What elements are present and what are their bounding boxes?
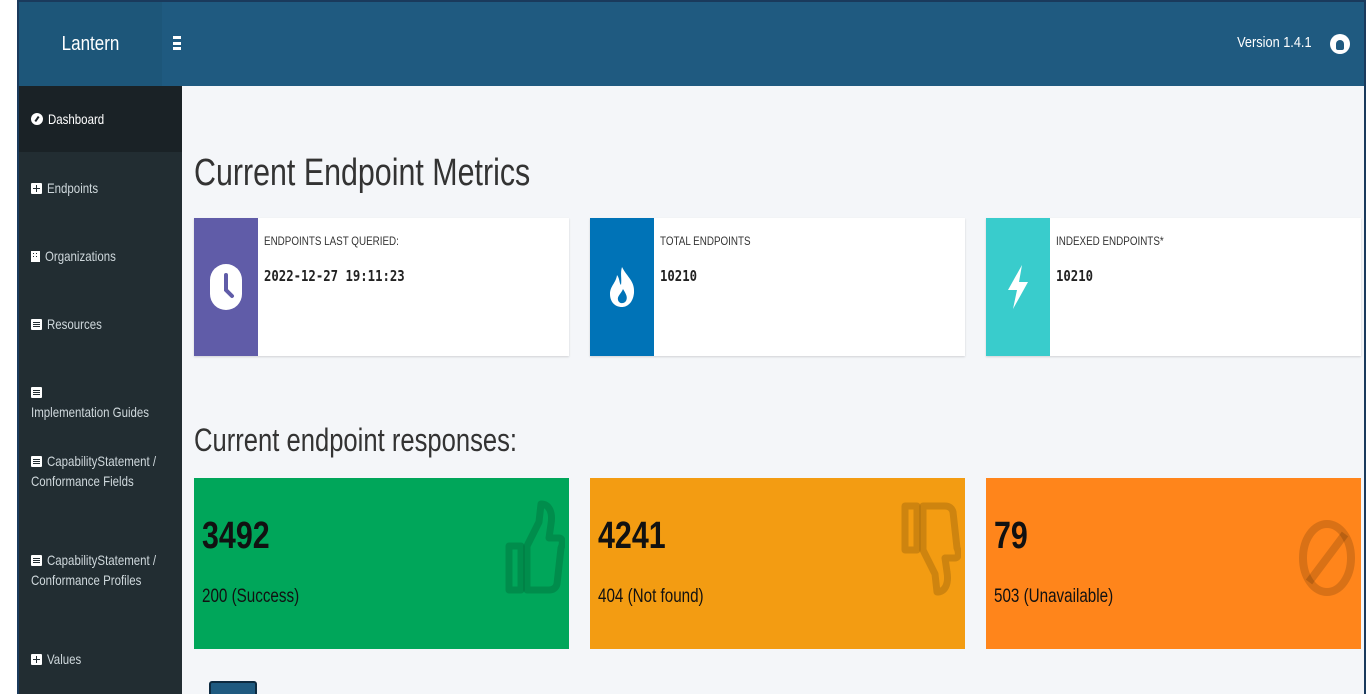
sidebar-item-values[interactable]: Values — [19, 649, 182, 669]
metric-total-endpoints: TOTAL ENDPOINTS 10210 — [590, 218, 965, 356]
metric-label: TOTAL ENDPOINTS — [660, 234, 751, 248]
list-icon — [31, 456, 42, 467]
table-icon — [31, 654, 42, 665]
sidebar-item-conformance-profiles[interactable]: CapabilityStatement / Conformance Profil… — [19, 550, 182, 590]
thumbs-down-icon — [901, 502, 961, 596]
metric-last-queried: ENDPOINTS LAST QUERIED: 2022-12-27 19:11… — [194, 218, 569, 356]
response-count: 4241 — [598, 515, 666, 557]
sidebar-item-organizations[interactable]: Organizations — [19, 246, 182, 266]
response-success-box: 3492 200 (Success) — [194, 478, 569, 649]
top-header: Lantern Version 1.4.1 — [19, 2, 1364, 86]
app-logo-text[interactable]: Lantern — [29, 2, 152, 86]
response-count: 79 — [994, 515, 1028, 557]
metric-value: 10210 — [1056, 267, 1094, 285]
github-icon[interactable] — [1330, 34, 1350, 54]
metric-value: 10210 — [660, 267, 698, 285]
metric-value: 2022-12-27 19:11:23 — [264, 267, 405, 285]
response-count: 3492 — [202, 515, 270, 557]
fire-icon — [590, 218, 654, 356]
more-button[interactable] — [209, 681, 257, 694]
response-unavailable-box: 79 503 (Unavailable) — [986, 478, 1361, 649]
thumbs-up-icon — [505, 500, 565, 594]
sidebar-item-endpoints[interactable]: Endpoints — [19, 178, 182, 198]
version-label: Version 1.4.1 — [1237, 34, 1312, 51]
list-icon — [31, 555, 42, 566]
sidebar-item-dashboard[interactable]: Dashboard — [19, 86, 182, 152]
response-label: 503 (Unavailable) — [994, 586, 1114, 607]
metric-indexed-endpoints: INDEXED ENDPOINTS* 10210 — [986, 218, 1361, 356]
sidebar-item-resources[interactable]: Resources — [19, 314, 182, 334]
response-label: 200 (Success) — [202, 586, 300, 607]
building-icon — [31, 251, 40, 262]
sidebar-item-conformance-fields[interactable]: CapabilityStatement / Conformance Fields — [19, 451, 182, 491]
table-icon — [31, 183, 42, 194]
dashboard-icon — [31, 113, 43, 125]
sidebar: Dashboard Endpoints Organizations Resour… — [19, 86, 182, 694]
metric-label: INDEXED ENDPOINTS* — [1056, 234, 1164, 248]
response-not-found-box: 4241 404 (Not found) — [590, 478, 965, 649]
main-content: Current Endpoint Metrics ENDPOINTS LAST … — [182, 86, 1364, 694]
sidebar-toggle-icon[interactable] — [167, 33, 187, 53]
list-icon — [31, 387, 42, 398]
ban-icon — [1299, 520, 1355, 596]
bolt-icon — [986, 218, 1050, 356]
metric-label: ENDPOINTS LAST QUERIED: — [264, 234, 399, 248]
sidebar-item-implementation-guides[interactable]: Implementation Guides — [19, 382, 182, 422]
app-window: Lantern Version 1.4.1 Dashboard Endpoint… — [17, 0, 1366, 694]
responses-title: Current endpoint responses: — [194, 422, 518, 458]
metrics-title: Current Endpoint Metrics — [194, 152, 531, 194]
list-icon — [31, 319, 42, 330]
response-label: 404 (Not found) — [598, 586, 704, 607]
clock-icon — [194, 218, 258, 356]
